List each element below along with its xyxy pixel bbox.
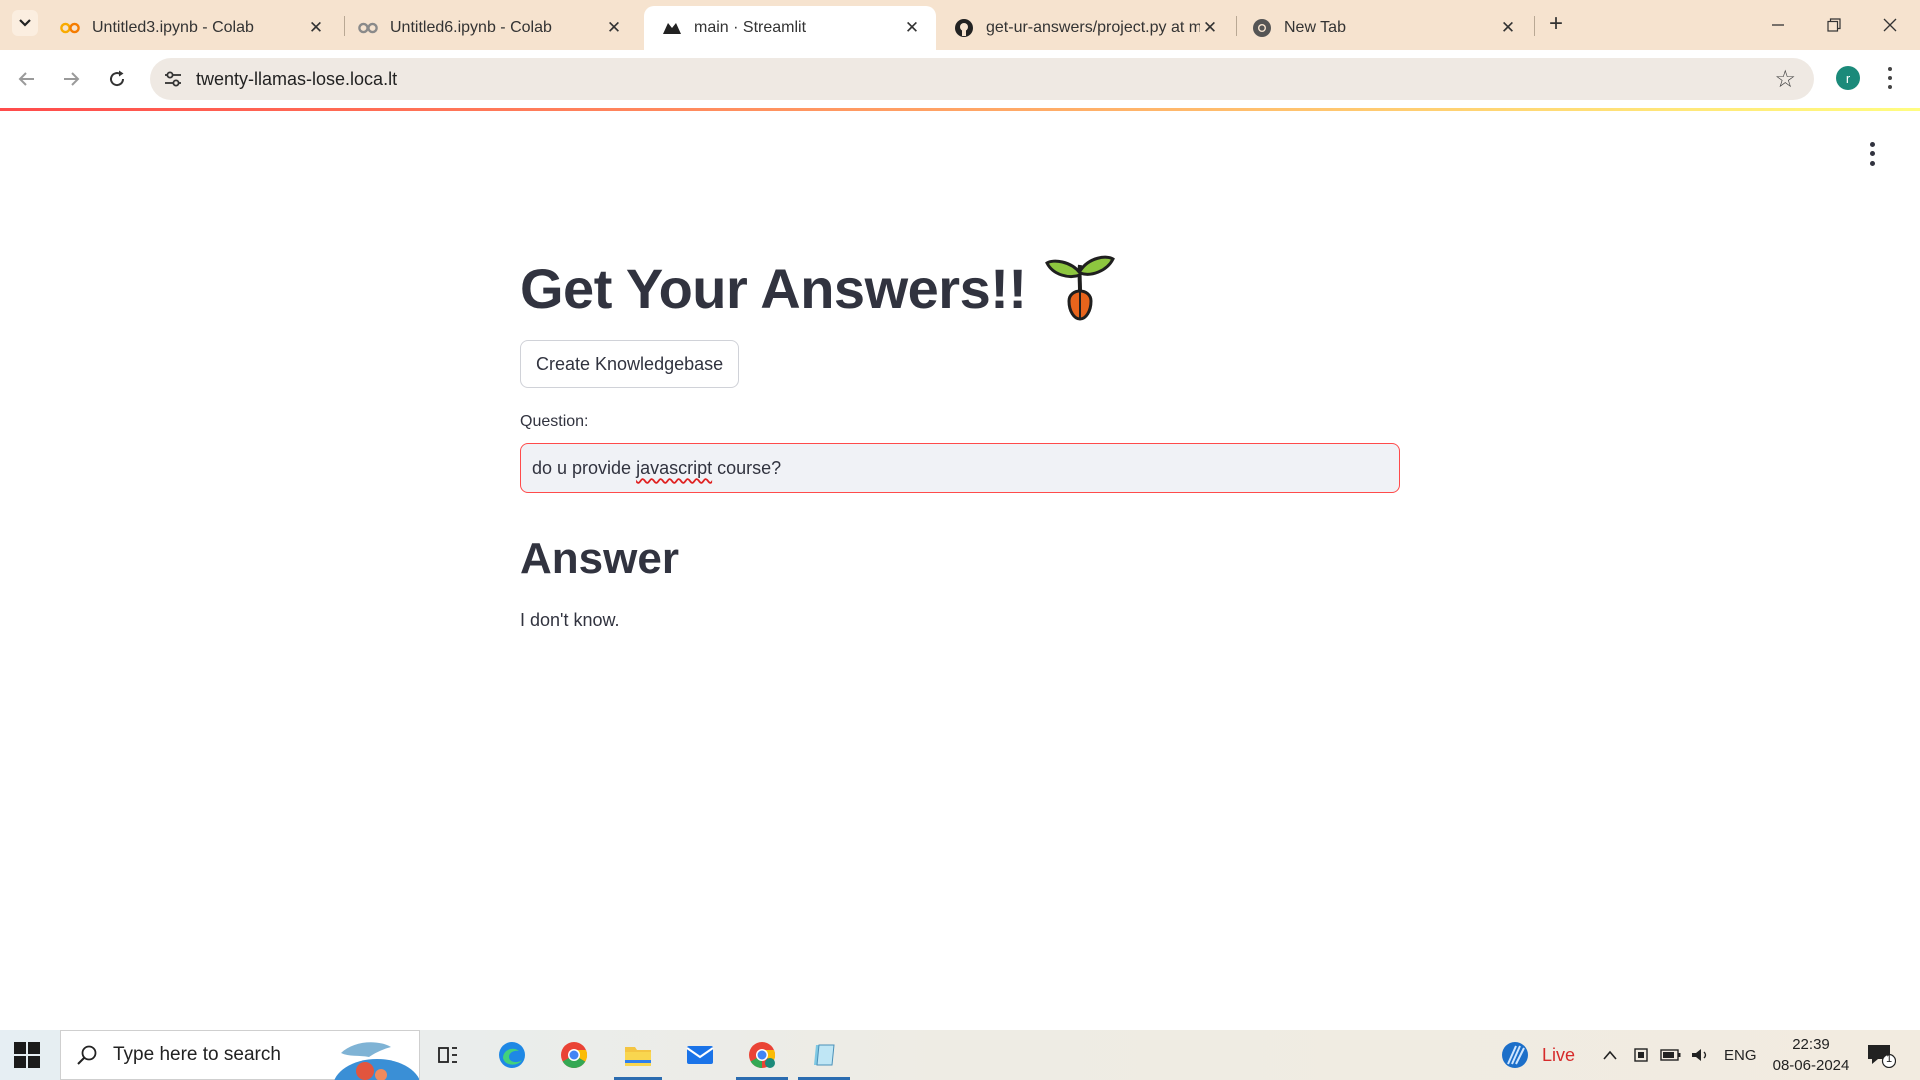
live-label: Live bbox=[1542, 1044, 1576, 1065]
tab-untitled3[interactable]: Untitled3.ipynb - Colab ✕ bbox=[42, 6, 340, 50]
bookmark-star-icon[interactable]: ☆ bbox=[1774, 65, 1796, 94]
question-text-after: course? bbox=[712, 457, 782, 478]
taskbar-search-box[interactable]: Type here to search bbox=[60, 1030, 420, 1080]
clock-date: 08-06-2024 bbox=[1772, 1057, 1850, 1074]
arrow-right-icon bbox=[64, 72, 80, 86]
close-icon[interactable]: ✕ bbox=[1498, 18, 1518, 38]
tab-title: Untitled6.ipynb - Colab bbox=[390, 19, 552, 36]
tab-search-button[interactable] bbox=[12, 10, 38, 36]
tab-streamlit[interactable]: main · Streamlit ✕ bbox=[644, 6, 936, 50]
new-tab-button[interactable]: + bbox=[1542, 10, 1570, 38]
cricket-icon bbox=[1502, 1042, 1528, 1068]
input-language[interactable]: ENG bbox=[1724, 1030, 1757, 1080]
address-bar[interactable]: twenty-llamas-lose.loca.lt ☆ bbox=[150, 58, 1814, 100]
chrome-icon[interactable] bbox=[556, 1038, 592, 1072]
news-widget[interactable]: Live bbox=[1500, 1040, 1575, 1070]
browser-menu-icon[interactable] bbox=[1882, 64, 1898, 92]
volume-icon[interactable] bbox=[1690, 1030, 1710, 1080]
colab-icon bbox=[358, 18, 378, 38]
page-title: Get Your Answers!! bbox=[520, 248, 1400, 328]
answer-text: I don't know. bbox=[520, 610, 620, 630]
edge-icon[interactable] bbox=[494, 1038, 530, 1072]
streamlit-icon bbox=[662, 18, 682, 38]
tab-divider bbox=[1534, 16, 1535, 36]
battery-icon[interactable] bbox=[1660, 1030, 1682, 1080]
profile-avatar[interactable]: r bbox=[1836, 66, 1860, 90]
notepad-icon[interactable] bbox=[806, 1038, 842, 1072]
taskbar: Type here to search Live ENG 22:39 08-06… bbox=[0, 1030, 1920, 1080]
tab-title: get-ur-answers/project.py at m bbox=[986, 19, 1200, 36]
question-text-misspelled: javascript bbox=[636, 457, 713, 478]
answer-heading: Answer bbox=[520, 534, 679, 583]
close-icon[interactable]: ✕ bbox=[1200, 18, 1220, 38]
windows-start-icon[interactable] bbox=[14, 1042, 40, 1068]
create-knowledgebase-button[interactable]: Create Knowledgebase bbox=[520, 340, 740, 388]
search-placeholder: Type here to search bbox=[113, 1044, 281, 1065]
file-explorer-icon[interactable] bbox=[620, 1038, 656, 1072]
github-icon bbox=[954, 18, 974, 38]
question-input[interactable]: do u provide javascript course? bbox=[520, 443, 1400, 493]
device-icon[interactable] bbox=[1632, 1030, 1650, 1080]
page-title-text: Get Your Answers!! bbox=[520, 256, 1027, 320]
task-view-icon[interactable] bbox=[430, 1038, 466, 1072]
back-button[interactable] bbox=[12, 64, 42, 94]
notification-count: 1 bbox=[1885, 1053, 1893, 1065]
chrome-icon bbox=[1252, 18, 1272, 38]
restore-button[interactable] bbox=[1806, 0, 1862, 50]
browser-tab-strip: Untitled3.ipynb - Colab ✕ Untitled6.ipyn… bbox=[0, 0, 1920, 50]
colab-icon bbox=[60, 18, 80, 38]
reload-button[interactable] bbox=[102, 64, 132, 94]
chevron-up-icon bbox=[1603, 1050, 1617, 1060]
reload-icon bbox=[110, 70, 125, 87]
arrow-left-icon bbox=[18, 72, 34, 86]
chrome-profile-icon[interactable] bbox=[744, 1038, 780, 1072]
url-text[interactable]: twenty-llamas-lose.loca.lt bbox=[196, 69, 397, 90]
restore-icon bbox=[1827, 18, 1841, 32]
tab-title: main · Streamlit bbox=[694, 19, 807, 36]
site-settings-icon[interactable] bbox=[162, 68, 184, 90]
system-clock[interactable]: 22:39 08-06-2024 bbox=[1766, 1034, 1856, 1076]
close-icon[interactable]: ✕ bbox=[306, 18, 326, 38]
question-label: Question: bbox=[520, 413, 589, 430]
tab-github[interactable]: get-ur-answers/project.py at m ✕ bbox=[936, 6, 1234, 50]
tab-new-tab[interactable]: New Tab ✕ bbox=[1234, 6, 1532, 50]
chevron-down-icon bbox=[19, 19, 31, 27]
clock-time: 22:39 bbox=[1792, 1036, 1830, 1053]
main-content: Get Your Answers!! Create Knowledgebase … bbox=[520, 248, 1400, 630]
forward-button[interactable] bbox=[56, 64, 86, 94]
streamlit-decoration-bar bbox=[0, 108, 1920, 111]
minimize-icon bbox=[1772, 24, 1784, 26]
tab-title: New Tab bbox=[1284, 19, 1346, 36]
search-highlight-illustration bbox=[334, 1042, 419, 1080]
close-window-button[interactable] bbox=[1862, 0, 1918, 50]
show-hidden-icons[interactable] bbox=[1602, 1030, 1618, 1080]
question-text-before: do u provide bbox=[532, 457, 637, 478]
tab-title: Untitled3.ipynb - Colab bbox=[92, 19, 254, 36]
close-icon[interactable]: ✕ bbox=[604, 18, 624, 38]
minimize-button[interactable] bbox=[1750, 0, 1806, 50]
notification-center-icon[interactable]: 1 bbox=[1866, 1042, 1897, 1069]
streamlit-main-menu-icon[interactable] bbox=[1864, 140, 1880, 168]
close-icon[interactable]: ✕ bbox=[902, 18, 922, 38]
close-icon bbox=[1883, 18, 1897, 32]
browser-toolbar: twenty-llamas-lose.loca.lt ☆ r bbox=[0, 50, 1920, 108]
tab-untitled6[interactable]: Untitled6.ipynb - Colab ✕ bbox=[340, 6, 638, 50]
seedling-icon bbox=[1044, 255, 1115, 321]
mail-icon[interactable] bbox=[682, 1038, 718, 1072]
search-icon bbox=[77, 1045, 97, 1065]
